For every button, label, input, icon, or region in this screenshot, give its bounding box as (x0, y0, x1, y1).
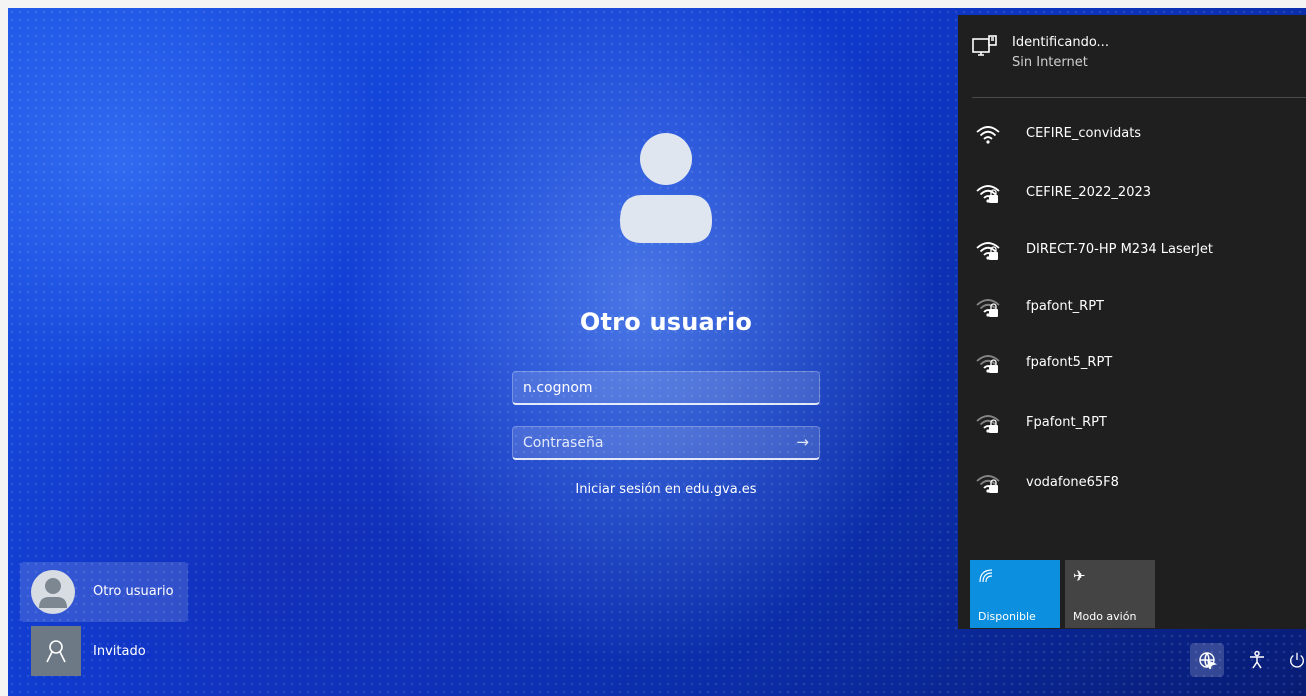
airplane-icon: ✈ (1073, 567, 1086, 585)
wifi-secured-icon (976, 415, 1000, 433)
wifi-icon (979, 569, 993, 583)
ethernet-monitor-icon (972, 35, 997, 56)
wifi-secured-icon (976, 185, 1000, 203)
network-status-title: Identificando... (1012, 35, 1109, 50)
wifi-secured-icon (976, 242, 1000, 260)
accessibility-icon[interactable] (1240, 643, 1274, 677)
screen-border-left (0, 0, 8, 696)
password-field[interactable]: Contraseña → (512, 426, 820, 460)
wifi-network-item[interactable]: CEFIRE_2022_2023 (958, 175, 1306, 215)
network-flyout: Identificando... Sin Internet CEFIRE_con… (958, 15, 1306, 629)
wifi-network-name: CEFIRE_2022_2023 (1026, 185, 1152, 200)
wifi-network-item[interactable]: Fpafont_RPT (958, 405, 1306, 445)
wifi-network-name: vodafone65F8 (1026, 475, 1119, 490)
guest-label: Invitado (93, 644, 146, 659)
wifi-network-name: fpafont5_RPT (1026, 355, 1113, 370)
network-status: Identificando... Sin Internet (972, 35, 1109, 70)
airplane-mode-label: Modo avión (1073, 610, 1137, 623)
wifi-network-name: CEFIRE_convidats (1026, 126, 1142, 141)
screen-border (0, 0, 1306, 8)
power-icon[interactable] (1288, 643, 1306, 677)
network-icon[interactable] (1190, 643, 1224, 677)
password-placeholder: Contraseña (523, 435, 604, 451)
airplane-mode-button[interactable]: ✈ Modo avión (1065, 560, 1155, 628)
user-tile-other[interactable]: Otro usuario (20, 562, 188, 622)
guest-icon (31, 626, 81, 676)
wifi-secured-icon (976, 475, 1000, 493)
wifi-toggle-label: Disponible (978, 610, 1036, 623)
wifi-network-item[interactable]: vodafone65F8 (958, 465, 1306, 505)
user-avatar-icon (618, 133, 714, 243)
wifi-network-item[interactable]: DIRECT-70-HP M234 LaserJet (958, 232, 1306, 272)
wifi-secured-icon (976, 299, 1000, 317)
wifi-network-item[interactable]: fpafont_RPT (958, 289, 1306, 329)
divider (972, 97, 1306, 98)
user-tile-label: Otro usuario (93, 584, 174, 599)
wifi-icon (976, 126, 1000, 144)
submit-arrow-icon[interactable]: → (796, 427, 809, 457)
wifi-network-name: DIRECT-70-HP M234 LaserJet (1026, 242, 1214, 257)
wifi-secured-icon (976, 355, 1000, 373)
wifi-network-item[interactable]: CEFIRE_convidats (958, 116, 1306, 156)
user-avatar-small-icon (31, 570, 75, 614)
wifi-network-name: fpafont_RPT (1026, 299, 1104, 314)
login-title: Otro usuario (579, 308, 753, 336)
wifi-toggle-button[interactable]: Disponible (970, 560, 1060, 628)
username-field[interactable]: n.cognom (512, 371, 820, 405)
wifi-network-item[interactable]: fpafont5_RPT (958, 345, 1306, 385)
wifi-network-name: Fpafont_RPT (1026, 415, 1107, 430)
signin-domain-text: Iniciar sesión en edu.gva.es (575, 482, 757, 497)
user-tile-guest[interactable]: Invitado (20, 626, 188, 678)
network-status-subtitle: Sin Internet (1012, 55, 1088, 70)
